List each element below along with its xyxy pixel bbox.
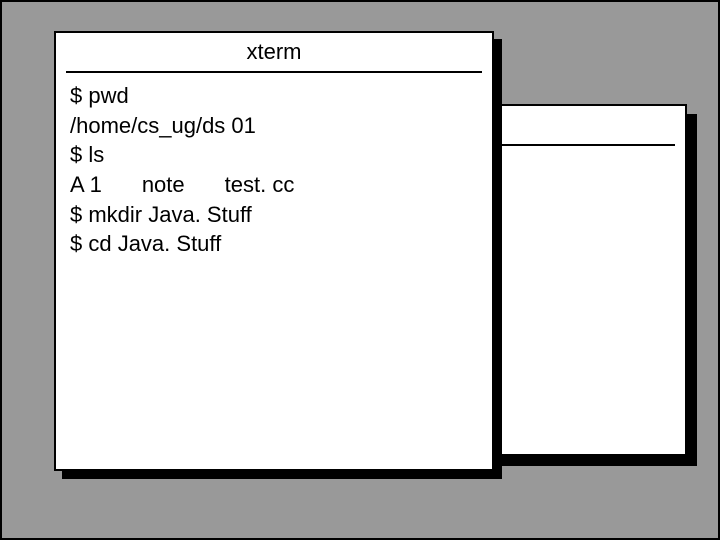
terminal-line: $ ls [70, 140, 478, 170]
terminal-line: $ pwd [70, 81, 478, 111]
terminal-line: $ mkdir Java. Stuff [70, 200, 478, 230]
terminal-content-front[interactable]: $ pwd /home/cs_ug/ds 01 $ ls A 1 note te… [56, 73, 492, 267]
xterm-window-front[interactable]: xterm $ pwd /home/cs_ug/ds 01 $ ls A 1 n… [54, 31, 494, 471]
terminal-line: $ cd Java. Stuff [70, 229, 478, 259]
terminal-line: /home/cs_ug/ds 01 [70, 111, 478, 141]
window-title-front: xterm [66, 33, 482, 73]
terminal-line: A 1 note test. cc [70, 170, 478, 200]
ls-entry: note [142, 170, 185, 200]
ls-entry: test. cc [225, 170, 295, 200]
ls-entry: A 1 [70, 170, 102, 200]
